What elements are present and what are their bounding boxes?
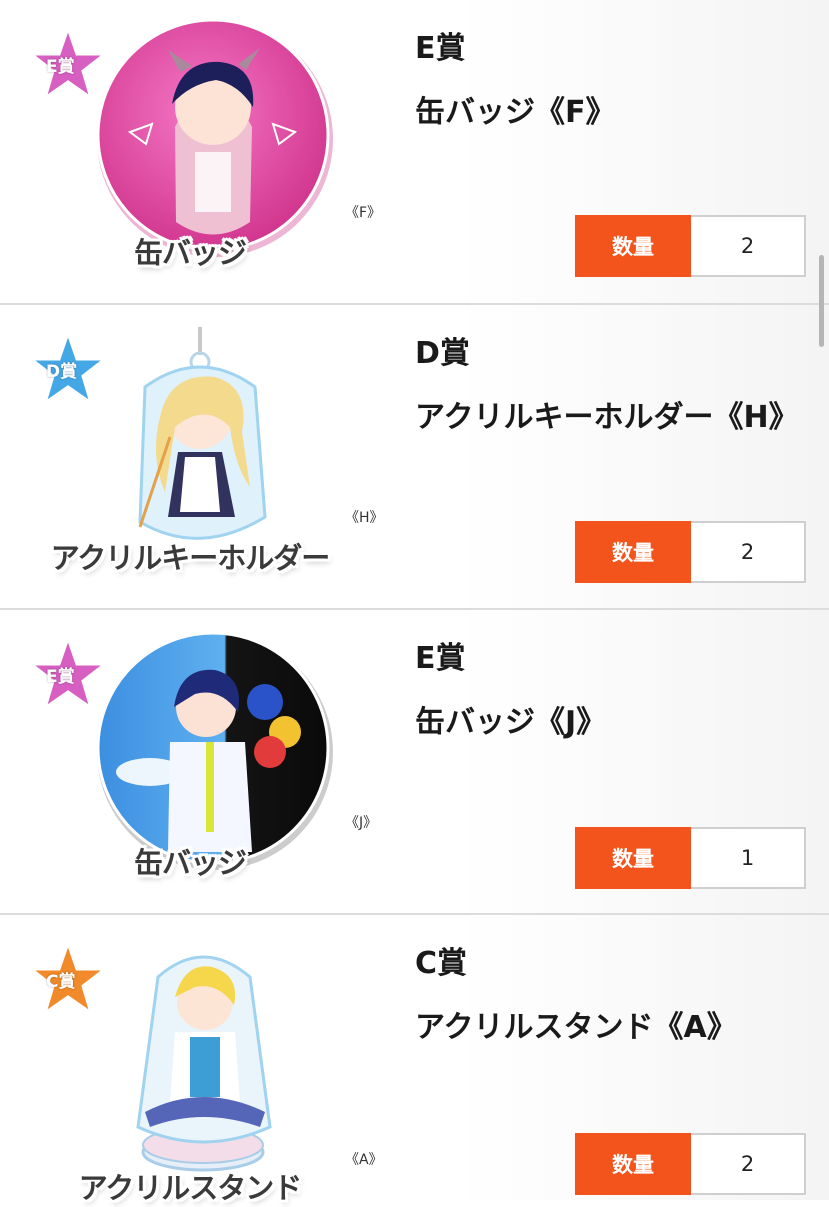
product-name: アクリルスタンド《A》 xyxy=(415,1010,737,1045)
quantity-label: 数量 xyxy=(575,521,691,583)
image-caption: 缶バッジ xyxy=(133,846,247,880)
product-info: C賞 アクリルスタンド《A》 xyxy=(415,935,805,1057)
product-image[interactable]: E賞 缶バッジ 《F》 xyxy=(20,12,382,292)
quantity-input[interactable]: 2 xyxy=(691,521,806,583)
prize-star-label: D賞 xyxy=(46,362,78,382)
prize-title: D賞 xyxy=(415,336,470,371)
quantity-control: 数量 2 xyxy=(575,1133,806,1195)
quantity-input[interactable]: 2 xyxy=(691,1133,806,1195)
product-image[interactable]: C賞 アクリルスタンド 《A》 xyxy=(20,927,383,1207)
product-info: D賞 アクリルキーホルダー《H》 xyxy=(415,325,805,447)
product-row: E賞 缶バッジ 《F》 E賞 缶バッジ《F》 数量 2 xyxy=(0,0,829,305)
variant-tag: 《J》 xyxy=(345,815,378,831)
prize-title: E賞 xyxy=(415,31,466,66)
prize-star-label: C賞 xyxy=(46,972,76,992)
product-image[interactable]: E賞 缶バッジ 《J》 xyxy=(20,622,380,902)
quantity-input[interactable]: 1 xyxy=(691,827,806,889)
quantity-control: 数量 1 xyxy=(575,827,806,889)
product-info: E賞 缶バッジ《F》 xyxy=(415,20,805,142)
product-row: C賞 アクリルスタンド 《A》 C賞 アクリルスタンド《A》 数量 2 xyxy=(0,915,829,1205)
quantity-input[interactable]: 2 xyxy=(691,215,806,277)
product-name: 缶バッジ《F》 xyxy=(415,95,616,130)
product-image[interactable]: D賞 アクリルキーホルダー 《H》 xyxy=(20,317,384,597)
variant-tag: 《H》 xyxy=(345,510,384,526)
product-name: アクリルキーホルダー《H》 xyxy=(415,400,799,435)
image-caption: アクリルキーホルダー xyxy=(50,541,331,575)
image-caption: アクリルスタンド xyxy=(78,1171,303,1205)
prize-star-label: E賞 xyxy=(46,57,75,77)
prize-star-label: E賞 xyxy=(46,667,75,687)
product-row: E賞 缶バッジ 《J》 E賞 缶バッジ《J》 数量 1 xyxy=(0,610,829,915)
variant-tag: 《A》 xyxy=(345,1152,383,1168)
variant-tag: 《F》 xyxy=(345,205,382,221)
product-info: E賞 缶バッジ《J》 xyxy=(415,630,805,752)
quantity-label: 数量 xyxy=(575,1133,691,1195)
scrollbar[interactable] xyxy=(819,255,824,347)
product-name: 缶バッジ《J》 xyxy=(415,705,607,740)
prize-title: E賞 xyxy=(415,641,466,676)
product-row: D賞 アクリルキーホルダー 《H》 D賞 アクリルキーホルダー《H》 数量 2 xyxy=(0,305,829,610)
quantity-label: 数量 xyxy=(575,827,691,889)
quantity-control: 数量 2 xyxy=(575,521,806,583)
quantity-control: 数量 2 xyxy=(575,215,806,277)
quantity-label: 数量 xyxy=(575,215,691,277)
image-caption: 缶バッジ xyxy=(133,236,247,270)
prize-title: C賞 xyxy=(415,946,468,981)
